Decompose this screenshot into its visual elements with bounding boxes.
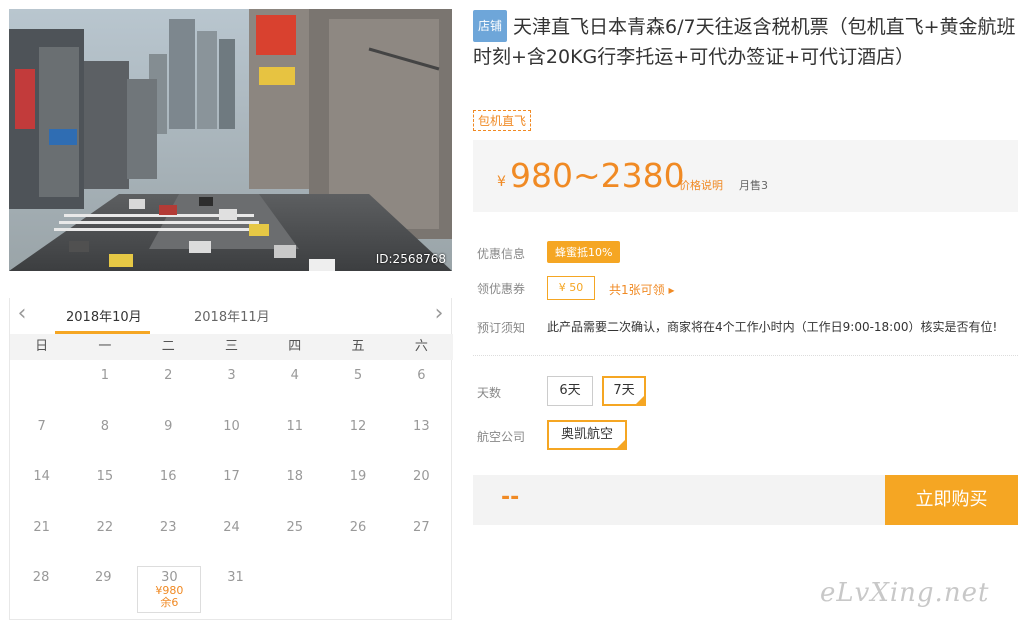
calendar-day: 16: [159, 469, 177, 484]
calendar-empty-cell: [267, 564, 329, 615]
calendar-day: 9: [164, 418, 173, 434]
airline-label: 航空公司: [477, 430, 526, 444]
calendar-day: 27: [413, 519, 430, 535]
product-title-text: 天津直飞日本青森6/7天往返含税机票（包机直飞+黄金航班时刻+含20KG行李托运…: [473, 16, 1016, 68]
calendar-empty-cell: [391, 564, 453, 615]
monthly-sales: 月售3: [739, 179, 768, 192]
calendar-empty-cell: [329, 564, 391, 615]
days-option-7[interactable]: 7天: [602, 376, 646, 406]
calendar-day: 8: [100, 418, 110, 434]
calendar-empty-cell: [10, 362, 73, 413]
calendar-day: 11: [286, 418, 304, 434]
calendar-day: 3: [227, 368, 236, 383]
promo-badge: 蜂蜜抵10%: [547, 241, 621, 263]
weekday-label: 三: [224, 339, 238, 354]
buy-now-button[interactable]: 立即购买: [885, 475, 1018, 525]
airline-option[interactable]: 奥凯航空: [547, 420, 627, 450]
weekday-label: 四: [288, 339, 302, 354]
calendar-day: 17: [223, 469, 240, 484]
watermark: eLvXing.net: [820, 578, 990, 608]
weekday-header: 日 一 二 三 四 五 六: [10, 334, 453, 360]
calendar-day: 28: [32, 570, 50, 585]
weekday-label: 六: [414, 339, 428, 354]
coupon-label: 领优惠券: [477, 282, 526, 296]
calendar-day: 31: [227, 570, 244, 585]
product-title: 店铺 天津直飞日本青森6/7天往返含税机票（包机直飞+黄金航班时刻+含20KG行李…: [473, 10, 1018, 72]
currency-symbol: ¥: [497, 174, 506, 190]
tab-month-oct[interactable]: 2018年10月: [66, 306, 142, 325]
weekday-label: 一: [98, 339, 112, 354]
buy-bar: -- 立即购买: [473, 475, 1018, 525]
photo-id-label: ID:2568768: [375, 252, 446, 266]
date-calendar: ‹ 2018年10月 2018年11月 › 日 一 二 三 四 五 六 1234…: [9, 298, 453, 620]
tab-month-nov[interactable]: 2018年11月: [194, 306, 270, 325]
calendar-week-row: 1 2 3 4 5 6: [10, 362, 453, 413]
prev-month-arrow-icon[interactable]: ‹: [12, 302, 32, 326]
days-label: 天数: [477, 386, 502, 400]
charter-tag: 包机直飞: [473, 110, 532, 131]
price-note-link[interactable]: 价格说明: [679, 177, 723, 193]
notice-label: 预订须知: [477, 321, 526, 335]
calendar-day: 26: [349, 519, 367, 535]
calendar-day: 22: [96, 519, 114, 535]
calendar-grid: 1 2 3 4 5 6 7 8 9 10 11 12 13 14 15 16 17 18 19 20 21 22 23 24 2…: [10, 362, 453, 615]
days-option-6[interactable]: 6天: [547, 376, 593, 406]
notice-text: 此产品需要二次确认，商家将在4个工作小时内（工作日9:00-18:00）核实是否…: [547, 320, 998, 334]
calendar-day: 25: [286, 519, 304, 535]
product-title-area: 店铺 天津直飞日本青森6/7天往返含税机票（包机直飞+黄金航班时刻+含20KG行李…: [473, 10, 1018, 72]
price-box: ¥ 980~2380 价格说明 月售3: [473, 140, 1018, 212]
total-price-placeholder: --: [501, 485, 520, 510]
calendar-day: 21: [33, 519, 50, 535]
product-photo: ID:2568768: [9, 9, 452, 271]
calendar-day-stock: 余6: [160, 596, 179, 609]
next-month-arrow-icon[interactable]: ›: [429, 302, 449, 326]
calendar-day: 7: [37, 418, 46, 434]
calendar-week-row: 7 8 9 10 11 12 13: [10, 413, 453, 464]
calendar-day: 10: [223, 418, 240, 434]
calendar-week-row: 21 22 23 24 25 26 27: [10, 514, 453, 565]
coupon-chip[interactable]: ¥ 50: [547, 276, 595, 300]
calendar-week-row: 28 29 30 ¥980 余6 31: [10, 564, 453, 615]
calendar-day: 13: [413, 418, 430, 434]
calendar-day: 29: [94, 570, 112, 585]
section-divider: [473, 355, 1018, 356]
calendar-day: 20: [413, 469, 430, 484]
price-range: 980~2380: [510, 156, 685, 195]
shop-badge[interactable]: 店铺: [473, 10, 508, 42]
calendar-day: 12: [349, 418, 367, 434]
calendar-day: 18: [286, 469, 304, 484]
calendar-day: 2: [164, 368, 173, 383]
calendar-day-number: 30: [161, 570, 178, 585]
calendar-day: 1: [100, 368, 110, 383]
weekday-label: 日: [35, 339, 49, 354]
calendar-day: 14: [33, 469, 50, 484]
weekday-label: 二: [161, 339, 175, 354]
calendar-week-row: 14 15 16 17 18 19 20: [10, 463, 453, 514]
calendar-day: 23: [159, 519, 177, 535]
calendar-day: 24: [223, 519, 240, 535]
calendar-nav: ‹ 2018年10月 2018年11月 ›: [10, 298, 453, 334]
calendar-day: 4: [290, 368, 299, 383]
promo-label: 优惠信息: [477, 247, 526, 261]
calendar-day: 6: [417, 368, 426, 383]
calendar-day: 19: [349, 469, 367, 484]
calendar-day-selected[interactable]: 30 ¥980 余6: [137, 566, 202, 613]
coupon-claim-link[interactable]: 共1张可领 ▸: [609, 281, 674, 298]
weekday-label: 五: [351, 339, 365, 354]
calendar-day: 15: [96, 469, 114, 484]
calendar-day: 5: [353, 368, 363, 383]
